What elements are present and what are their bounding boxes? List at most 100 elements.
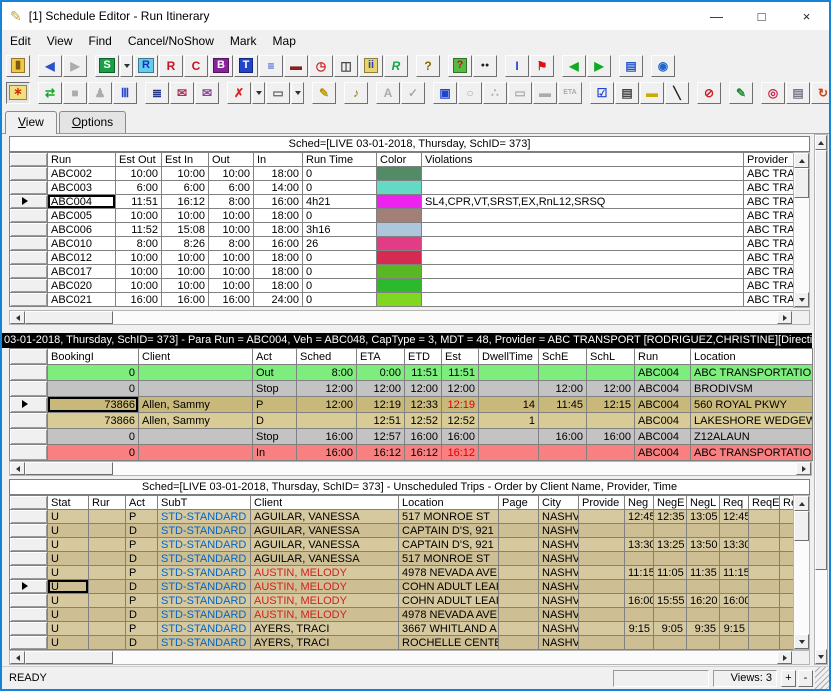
sche-cell[interactable]: 12:00 bbox=[539, 381, 587, 397]
client-cell[interactable]: AUSTIN, MELODY bbox=[251, 566, 399, 580]
est-cell[interactable]: 16:12 bbox=[442, 445, 479, 461]
wand-icon[interactable]: ╲ bbox=[665, 82, 689, 104]
run-row[interactable]: ABC02010:0010:0010:0018:000ABC TRANS bbox=[10, 279, 794, 293]
run-cell[interactable]: ABC003 bbox=[48, 181, 116, 195]
subtype-cell[interactable]: STD-STANDARD bbox=[158, 636, 251, 650]
dwell-cell[interactable]: 14 bbox=[479, 397, 539, 413]
run-cell[interactable] bbox=[89, 538, 126, 552]
subtype-cell[interactable]: STD-STANDARD bbox=[158, 566, 251, 580]
re-cell[interactable] bbox=[780, 524, 794, 538]
eta-cell[interactable]: 12:51 bbox=[357, 413, 405, 429]
subtype-cell[interactable]: STD-STANDARD bbox=[158, 552, 251, 566]
cancel-report-icon[interactable]: C bbox=[184, 55, 208, 77]
eta-cell[interactable]: 12:19 bbox=[357, 397, 405, 413]
itinerary-row[interactable]: 0Out8:000:0011:5111:51ABC004ABC TRANSPOR… bbox=[10, 365, 813, 381]
history-icon[interactable]: ↻ bbox=[811, 82, 831, 104]
dwell-cell[interactable]: 1 bbox=[479, 413, 539, 429]
nege-cell[interactable] bbox=[654, 636, 687, 650]
col-est-in[interactable]: Est In bbox=[162, 153, 209, 167]
run-cell[interactable]: ABC005 bbox=[48, 209, 116, 223]
run-row[interactable]: ABC00611:5215:0810:0018:003h16ABC TRANS bbox=[10, 223, 794, 237]
col-sche[interactable]: SchE bbox=[539, 349, 587, 365]
reqe-cell[interactable] bbox=[749, 552, 780, 566]
row-selector[interactable] bbox=[10, 167, 48, 181]
scroll-thumb[interactable] bbox=[25, 651, 113, 664]
city-cell[interactable]: NASHV bbox=[539, 552, 579, 566]
schl-cell[interactable]: 12:00 bbox=[587, 381, 635, 397]
itinerary-row[interactable]: 0Stop16:0012:5716:0016:0016:0016:00ABC00… bbox=[10, 429, 813, 445]
page-cell[interactable] bbox=[499, 594, 539, 608]
scroll-track[interactable] bbox=[815, 570, 827, 649]
subtype-cell[interactable]: STD-STANDARD bbox=[158, 594, 251, 608]
unscheduled-trip-row[interactable]: UDSTD-STANDARDAUSTIN, MELODYCOHN ADULT L… bbox=[10, 580, 794, 594]
nege-cell[interactable]: 12:35 bbox=[654, 510, 687, 524]
location-cell[interactable]: Z12ALAUN bbox=[691, 429, 813, 445]
eta-cell[interactable]: 12:57 bbox=[357, 429, 405, 445]
act-cell[interactable]: P bbox=[126, 510, 158, 524]
resize-grip[interactable] bbox=[815, 667, 829, 689]
trip-list-icon[interactable]: ≡ bbox=[259, 55, 283, 77]
markers-icon[interactable]: Ⅲ bbox=[113, 82, 137, 104]
req-cell[interactable]: 11:15 bbox=[720, 566, 749, 580]
schedule-icon[interactable]: S bbox=[95, 55, 119, 77]
run-cell[interactable]: ABC004 bbox=[635, 381, 691, 397]
col-run-time[interactable]: Run Time bbox=[303, 153, 377, 167]
run-time-cell[interactable]: 0 bbox=[303, 181, 377, 195]
provider-cell[interactable] bbox=[579, 566, 625, 580]
est-in-cell[interactable]: 6:00 bbox=[162, 181, 209, 195]
menu-item-edit[interactable]: Edit bbox=[2, 32, 39, 50]
row-selector[interactable] bbox=[10, 594, 48, 608]
stat-cell[interactable]: U bbox=[48, 580, 89, 594]
itinerary-row[interactable]: 73866Allen, SammyD12:5112:5212:521ABC004… bbox=[10, 413, 813, 429]
row-selector[interactable] bbox=[10, 538, 48, 552]
est-out-cell[interactable]: 16:00 bbox=[116, 293, 162, 307]
re-cell[interactable] bbox=[780, 608, 794, 622]
scroll-track[interactable] bbox=[113, 462, 796, 475]
est-out-cell[interactable]: 8:00 bbox=[116, 237, 162, 251]
scroll-down-button[interactable] bbox=[815, 649, 827, 664]
act-cell[interactable]: D bbox=[126, 608, 158, 622]
sche-cell[interactable]: 11:45 bbox=[539, 397, 587, 413]
violations-cell[interactable]: SL4,CPR,VT,SRST,EX,RnL12,SRSQ bbox=[422, 195, 744, 209]
provider-cell[interactable]: ABC TRANS bbox=[744, 195, 794, 209]
run-cell[interactable] bbox=[89, 636, 126, 650]
clock-icon[interactable]: ◷ bbox=[309, 55, 333, 77]
page-cell[interactable] bbox=[499, 608, 539, 622]
client-cell[interactable]: AGUILAR, VANESSA bbox=[251, 552, 399, 566]
no-times-dropdown[interactable] bbox=[252, 82, 265, 104]
col-rur[interactable]: Rur bbox=[89, 496, 126, 510]
run-cell[interactable]: ABC006 bbox=[48, 223, 116, 237]
row-selector[interactable] bbox=[10, 622, 48, 636]
sched-cell[interactable]: 8:00 bbox=[297, 365, 357, 381]
nege-cell[interactable] bbox=[654, 580, 687, 594]
close-button[interactable]: × bbox=[784, 2, 829, 30]
act-cell[interactable]: D bbox=[126, 580, 158, 594]
provider-cell[interactable] bbox=[579, 510, 625, 524]
col-req[interactable]: Req bbox=[720, 496, 749, 510]
col-page[interactable]: Page bbox=[499, 496, 539, 510]
run-table-vscrollbar[interactable] bbox=[793, 152, 810, 308]
menu-item-view[interactable]: View bbox=[39, 32, 81, 50]
provider-cell[interactable] bbox=[579, 538, 625, 552]
location-cell[interactable]: COHN ADULT LEAI bbox=[399, 580, 499, 594]
run-table-hscrollbar[interactable] bbox=[9, 310, 810, 325]
subtype-cell[interactable]: STD-STANDARD bbox=[158, 510, 251, 524]
neg-cell[interactable]: 13:30 bbox=[625, 538, 654, 552]
col-client[interactable]: Client bbox=[139, 349, 253, 365]
col-run[interactable]: Run bbox=[48, 153, 116, 167]
run-time-cell[interactable]: 0 bbox=[303, 251, 377, 265]
client-cell[interactable]: AGUILAR, VANESSA bbox=[251, 510, 399, 524]
run-time-cell[interactable]: 4h21 bbox=[303, 195, 377, 209]
client-cell[interactable]: AYERS, TRACI bbox=[251, 622, 399, 636]
reqe-cell[interactable] bbox=[749, 636, 780, 650]
run-cell[interactable] bbox=[89, 566, 126, 580]
location-cell[interactable]: LAKESHORE WEDGEWOOD bbox=[691, 413, 813, 429]
run-cell[interactable] bbox=[89, 622, 126, 636]
location-cell[interactable]: 4978 NEVADA AVE bbox=[399, 566, 499, 580]
booking-cell[interactable]: 0 bbox=[48, 381, 139, 397]
negl-cell[interactable]: 13:50 bbox=[687, 538, 720, 552]
out-cell[interactable]: 6:00 bbox=[209, 181, 254, 195]
re-cell[interactable] bbox=[780, 622, 794, 636]
in-cell[interactable]: 18:00 bbox=[254, 251, 303, 265]
location-cell[interactable]: BRODIVSM bbox=[691, 381, 813, 397]
